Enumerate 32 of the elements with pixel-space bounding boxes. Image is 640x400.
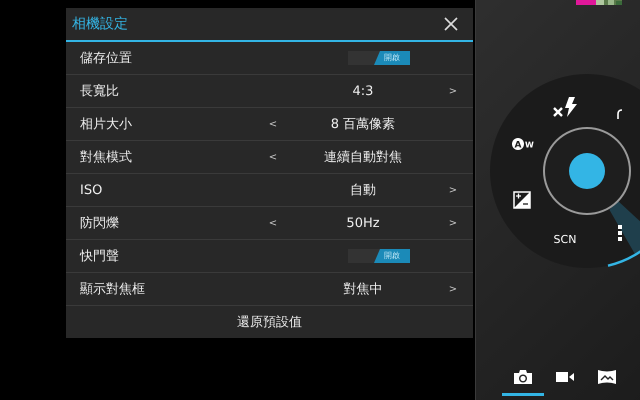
next-arrow[interactable]: >: [448, 184, 458, 196]
previous-arrow[interactable]: <: [268, 152, 278, 162]
dialog-title: 相機設定: [72, 15, 128, 33]
setting-label: 顯示對焦框: [80, 281, 146, 298]
panorama-icon: [598, 370, 616, 384]
previous-arrow[interactable]: <: [268, 118, 278, 130]
setting-value: 4:3: [352, 84, 374, 98]
setting-label: 長寬比: [80, 83, 120, 100]
flash-off-icon[interactable]: [553, 97, 578, 118]
close-icon[interactable]: [444, 17, 458, 31]
setting-label: ISO: [80, 182, 104, 198]
exposure-icon[interactable]: [514, 191, 532, 209]
setting-value: 連續自動對焦: [323, 149, 403, 166]
setting-label: 儲存位置: [80, 50, 133, 67]
setting-label: 對焦模式: [80, 149, 133, 166]
shutter-button[interactable]: [569, 153, 606, 189]
setting-label: 防閃爍: [80, 215, 120, 232]
camera-icon: [514, 370, 532, 384]
next-arrow[interactable]: >: [448, 218, 458, 228]
scene-mode-label[interactable]: SCN: [554, 233, 577, 246]
next-arrow[interactable]: >: [448, 284, 458, 294]
setting-value: 對焦中: [342, 281, 384, 298]
setting-value: 8 百萬像素: [330, 116, 396, 133]
next-arrow[interactable]: >: [448, 86, 458, 96]
setting-label: 相片大小: [80, 116, 133, 133]
setting-label: 快門聲: [80, 248, 120, 265]
more-options-icon[interactable]: [618, 225, 622, 241]
corner-icon[interactable]: [617, 109, 622, 119]
video-camera-icon: [556, 370, 574, 382]
previous-arrow[interactable]: <: [268, 218, 278, 228]
setting-value: 自動: [349, 182, 377, 199]
setting-value: 50Hz: [345, 216, 381, 230]
